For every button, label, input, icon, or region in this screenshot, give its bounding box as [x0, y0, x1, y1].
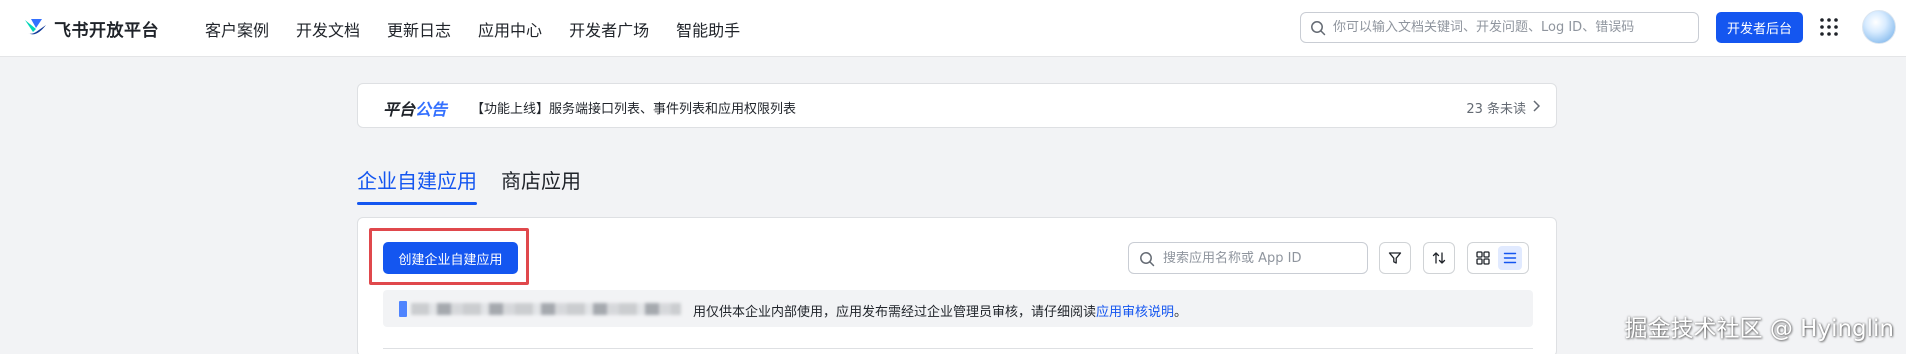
nav-item-ai-assistant[interactable]: 智能助手: [676, 17, 740, 41]
view-toggle: [1467, 242, 1529, 274]
grid-icon[interactable]: [1819, 17, 1839, 37]
nav-item-cases[interactable]: 客户案例: [205, 17, 269, 41]
avatar[interactable]: [1862, 10, 1896, 44]
blurred-text: [411, 303, 681, 315]
announcement-title-accent: 公告: [415, 100, 448, 119]
announcement-bar[interactable]: 平台公告 【功能上线】服务端接口列表、事件列表和应用权限列表 23 条未读: [357, 83, 1557, 128]
doc-search-input[interactable]: [1333, 20, 1698, 35]
notice-marker: [399, 301, 407, 317]
main-nav: 客户案例 开发文档 更新日志 应用中心 开发者广场 智能助手: [205, 0, 767, 57]
list-view-button[interactable]: [1498, 246, 1522, 270]
sort-icon: [1432, 252, 1446, 264]
announcement-title: 平台公告: [383, 96, 447, 120]
notice-body: 用仅供本企业内部使用，应用发布需经过企业管理员审核，请仔细阅读: [693, 305, 1097, 320]
app-type-tabs: 企业自建应用 商店应用: [357, 165, 605, 205]
search-icon: [1311, 21, 1326, 36]
top-navigation-bar: 飞书开放平台 客户案例 开发文档 更新日志 应用中心 开发者广场 智能助手 开发…: [0, 0, 1906, 57]
grid-view-button[interactable]: [1471, 246, 1495, 270]
review-guide-link[interactable]: 应用审核说明: [1096, 305, 1174, 320]
divider: [383, 348, 1533, 349]
nav-item-docs[interactable]: 开发文档: [296, 17, 360, 41]
app-list-card: 创建企业自建应用 搜索应用名称或 App ID 用仅供本企业内部使用，应用发布需…: [357, 217, 1557, 354]
brand-name: 飞书开放平台: [54, 20, 159, 41]
doc-search: [1300, 12, 1699, 43]
filter-button[interactable]: [1379, 242, 1411, 274]
app-search: [1128, 242, 1368, 274]
nav-item-changelog[interactable]: 更新日志: [387, 17, 451, 41]
app-search-input[interactable]: [1163, 250, 1367, 266]
filter-icon: [1388, 252, 1402, 264]
announcement-title-prefix: 平台: [383, 100, 416, 119]
search-icon: [1140, 252, 1155, 267]
nav-item-developer-square[interactable]: 开发者广场: [569, 17, 649, 41]
nav-item-app-center[interactable]: 应用中心: [478, 17, 542, 41]
grid-view-icon: [1476, 251, 1490, 265]
tab-store-apps[interactable]: 商店应用: [501, 165, 581, 205]
create-enterprise-app-button[interactable]: 创建企业自建应用: [383, 242, 518, 274]
review-notice: 用仅供本企业内部使用，应用发布需经过企业管理员审核，请仔细阅读应用审核说明。: [383, 290, 1533, 327]
notice-text: 用仅供本企业内部使用，应用发布需经过企业管理员审核，请仔细阅读应用审核说明。: [693, 301, 1187, 320]
watermark: 掘金技术社区 @ Hyinglin: [1624, 316, 1894, 342]
tab-enterprise-apps[interactable]: 企业自建应用: [357, 165, 477, 205]
developer-console-button[interactable]: 开发者后台: [1716, 12, 1803, 43]
list-view-icon: [1503, 252, 1517, 264]
announcement-unread-count[interactable]: 23 条未读: [1466, 98, 1526, 117]
chevron-right-icon: [1533, 100, 1540, 112]
sort-button[interactable]: [1423, 242, 1455, 274]
brand[interactable]: 飞书开放平台: [22, 14, 159, 42]
notice-end: 。: [1174, 305, 1188, 320]
feishu-logo-icon: [25, 19, 46, 35]
announcement-text[interactable]: 【功能上线】服务端接口列表、事件列表和应用权限列表: [471, 98, 796, 117]
